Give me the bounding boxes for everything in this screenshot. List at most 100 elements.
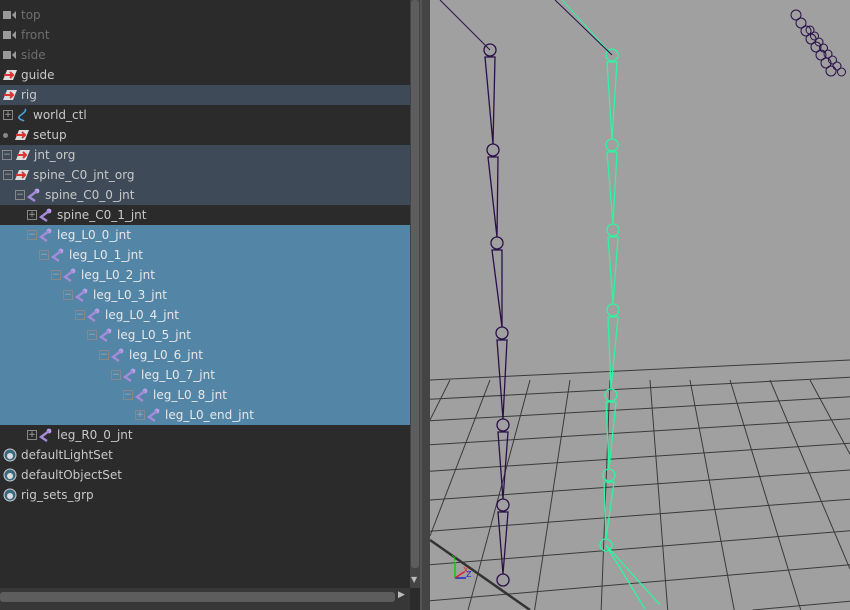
outliner-item-label: jnt_org [34,148,76,162]
collapse-icon[interactable]: − [99,350,109,360]
scroll-right-arrow-icon[interactable]: ▶ [398,590,405,600]
left-leg-bone [439,0,491,51]
collapse-icon[interactable]: − [2,150,12,160]
outliner-item-leg-l0-7-jnt[interactable]: − leg_L0_7_jnt [0,365,410,385]
expand-icon[interactable]: + [3,110,13,120]
joint-icon [146,408,161,422]
viewport-3d[interactable]: YXZ [430,0,850,610]
grid-line [430,379,491,537]
left-leg-bone [497,511,509,575]
selected-foot-bone [605,544,661,606]
outliner-item-label: leg_L0_1_jnt [69,248,143,262]
scrollbar-thumb[interactable] [411,0,419,568]
outliner-item-label: defaultObjectSet [21,468,123,482]
collapse-icon[interactable]: − [75,310,85,320]
camera-icon [3,28,17,42]
joint-icon [86,308,101,322]
collapse-icon[interactable]: − [111,370,121,380]
outliner-item-label: defaultLightSet [21,448,113,462]
outliner-item-leg-l0-3-jnt[interactable]: − leg_L0_3_jnt [0,285,410,305]
outliner-item-defaultlightset[interactable]: defaultLightSet [0,445,410,465]
outliner-item-world-ctl[interactable]: + world_ctl [0,105,410,125]
outliner-item-rig-sets-grp[interactable]: rig_sets_grp [0,485,410,505]
outliner-item-rig[interactable]: rig [0,85,410,105]
left-leg-joint [490,236,504,250]
outliner-item-label: leg_L0_5_jnt [117,328,191,342]
scroll-down-arrow-icon[interactable]: ▼ [411,575,417,584]
outliner-item-label: leg_L0_7_jnt [141,368,215,382]
vertical-scrollbar[interactable]: ▼ [410,0,420,588]
selected-leg-joint [604,388,618,402]
selected-leg-joint [606,303,620,317]
grid-line [430,442,850,472]
expand-icon[interactable]: + [27,210,37,220]
collapse-icon[interactable]: − [27,230,37,240]
outliner-item-setup[interactable]: setup [0,125,410,145]
grid-line [430,396,850,422]
transform-icon [3,68,17,82]
outliner-item-leg-l0-1-jnt[interactable]: − leg_L0_1_jnt [0,245,410,265]
outliner-item-leg-l0-8-jnt[interactable]: − leg_L0_8_jnt [0,385,410,405]
outliner-item-leg-l0-2-jnt[interactable]: − leg_L0_2_jnt [0,265,410,285]
outliner-item-spine-c0-jnt-org[interactable]: − spine_C0_jnt_org [0,165,410,185]
outliner-item-top[interactable]: top [0,5,410,25]
outliner-item-label: leg_R0_0_jnt [57,428,133,442]
horizontal-scrollbar[interactable]: ▶ [0,588,410,610]
left-leg-joint [486,143,500,157]
grid-line [430,498,850,532]
outliner-item-spine-c0-1-jnt[interactable]: + spine_C0_1_jnt [0,205,410,225]
grid-line [430,376,850,400]
outliner-item-leg-l0-0-jnt[interactable]: − leg_L0_0_jnt [0,225,410,245]
outliner-item-leg-l0-5-jnt[interactable]: − leg_L0_5_jnt [0,325,410,345]
collapse-icon[interactable]: − [3,170,13,180]
outliner-item-label: spine_C0_jnt_org [33,168,135,182]
axis-y-label: Y [451,554,457,563]
grid-line [649,379,669,610]
selected-foot-bone [605,544,646,610]
outliner-item-label: leg_L0_3_jnt [93,288,167,302]
collapse-icon[interactable]: − [15,190,25,200]
outliner-item-leg-l0-4-jnt[interactable]: − leg_L0_4_jnt [0,305,410,325]
outliner-item-label: guide [21,68,55,82]
outliner-item-label: spine_C0_0_jnt [45,188,135,202]
scrollbar-thumb[interactable] [0,592,395,602]
expand-icon[interactable]: + [27,430,37,440]
outliner-item-leg-r0-0-jnt[interactable]: + leg_R0_0_jnt [0,425,410,445]
selected-leg-bone [606,151,618,225]
left-leg-bone [491,249,503,328]
outliner-item-spine-c0-0-jnt[interactable]: − spine_C0_0_jnt [0,185,410,205]
grid-line [752,600,850,610]
left-leg-joint [496,418,510,432]
outliner-item-front[interactable]: front [0,25,410,45]
outliner-item-leg-l0-6-jnt[interactable]: − leg_L0_6_jnt [0,345,410,365]
hip-bone [554,0,613,56]
outliner-item-label: setup [33,128,67,142]
outliner-item-leg-l0-end-jnt[interactable]: + leg_L0_end_jnt [0,405,410,425]
set-icon [3,468,17,482]
left-leg-bone [484,56,496,145]
transform-icon [15,168,29,182]
grid-line [600,379,611,610]
set-icon [3,448,17,462]
grid-line [689,379,735,610]
camera-icon [3,48,17,62]
bullet-icon [3,133,8,138]
collapse-icon[interactable]: − [123,390,133,400]
expand-icon[interactable]: + [135,410,145,420]
joint-icon [122,368,137,382]
joint-icon [26,188,41,202]
joint-icon [134,388,149,402]
collapse-icon[interactable]: − [87,330,97,340]
viewport-scene: YXZ [430,0,850,610]
outliner-item-side[interactable]: side [0,45,410,65]
camera-icon [3,8,17,22]
collapse-icon[interactable]: − [39,250,49,260]
hand-joint [837,67,846,77]
collapse-icon[interactable]: − [51,270,61,280]
collapse-icon[interactable]: − [63,290,73,300]
selected-leg-joint [606,223,620,237]
outliner-item-guide[interactable]: guide [0,65,410,85]
outliner-item-jnt-org[interactable]: − jnt_org [0,145,410,165]
outliner-item-defaultobjectset[interactable]: defaultObjectSet [0,465,410,485]
panel-divider[interactable] [420,0,430,610]
